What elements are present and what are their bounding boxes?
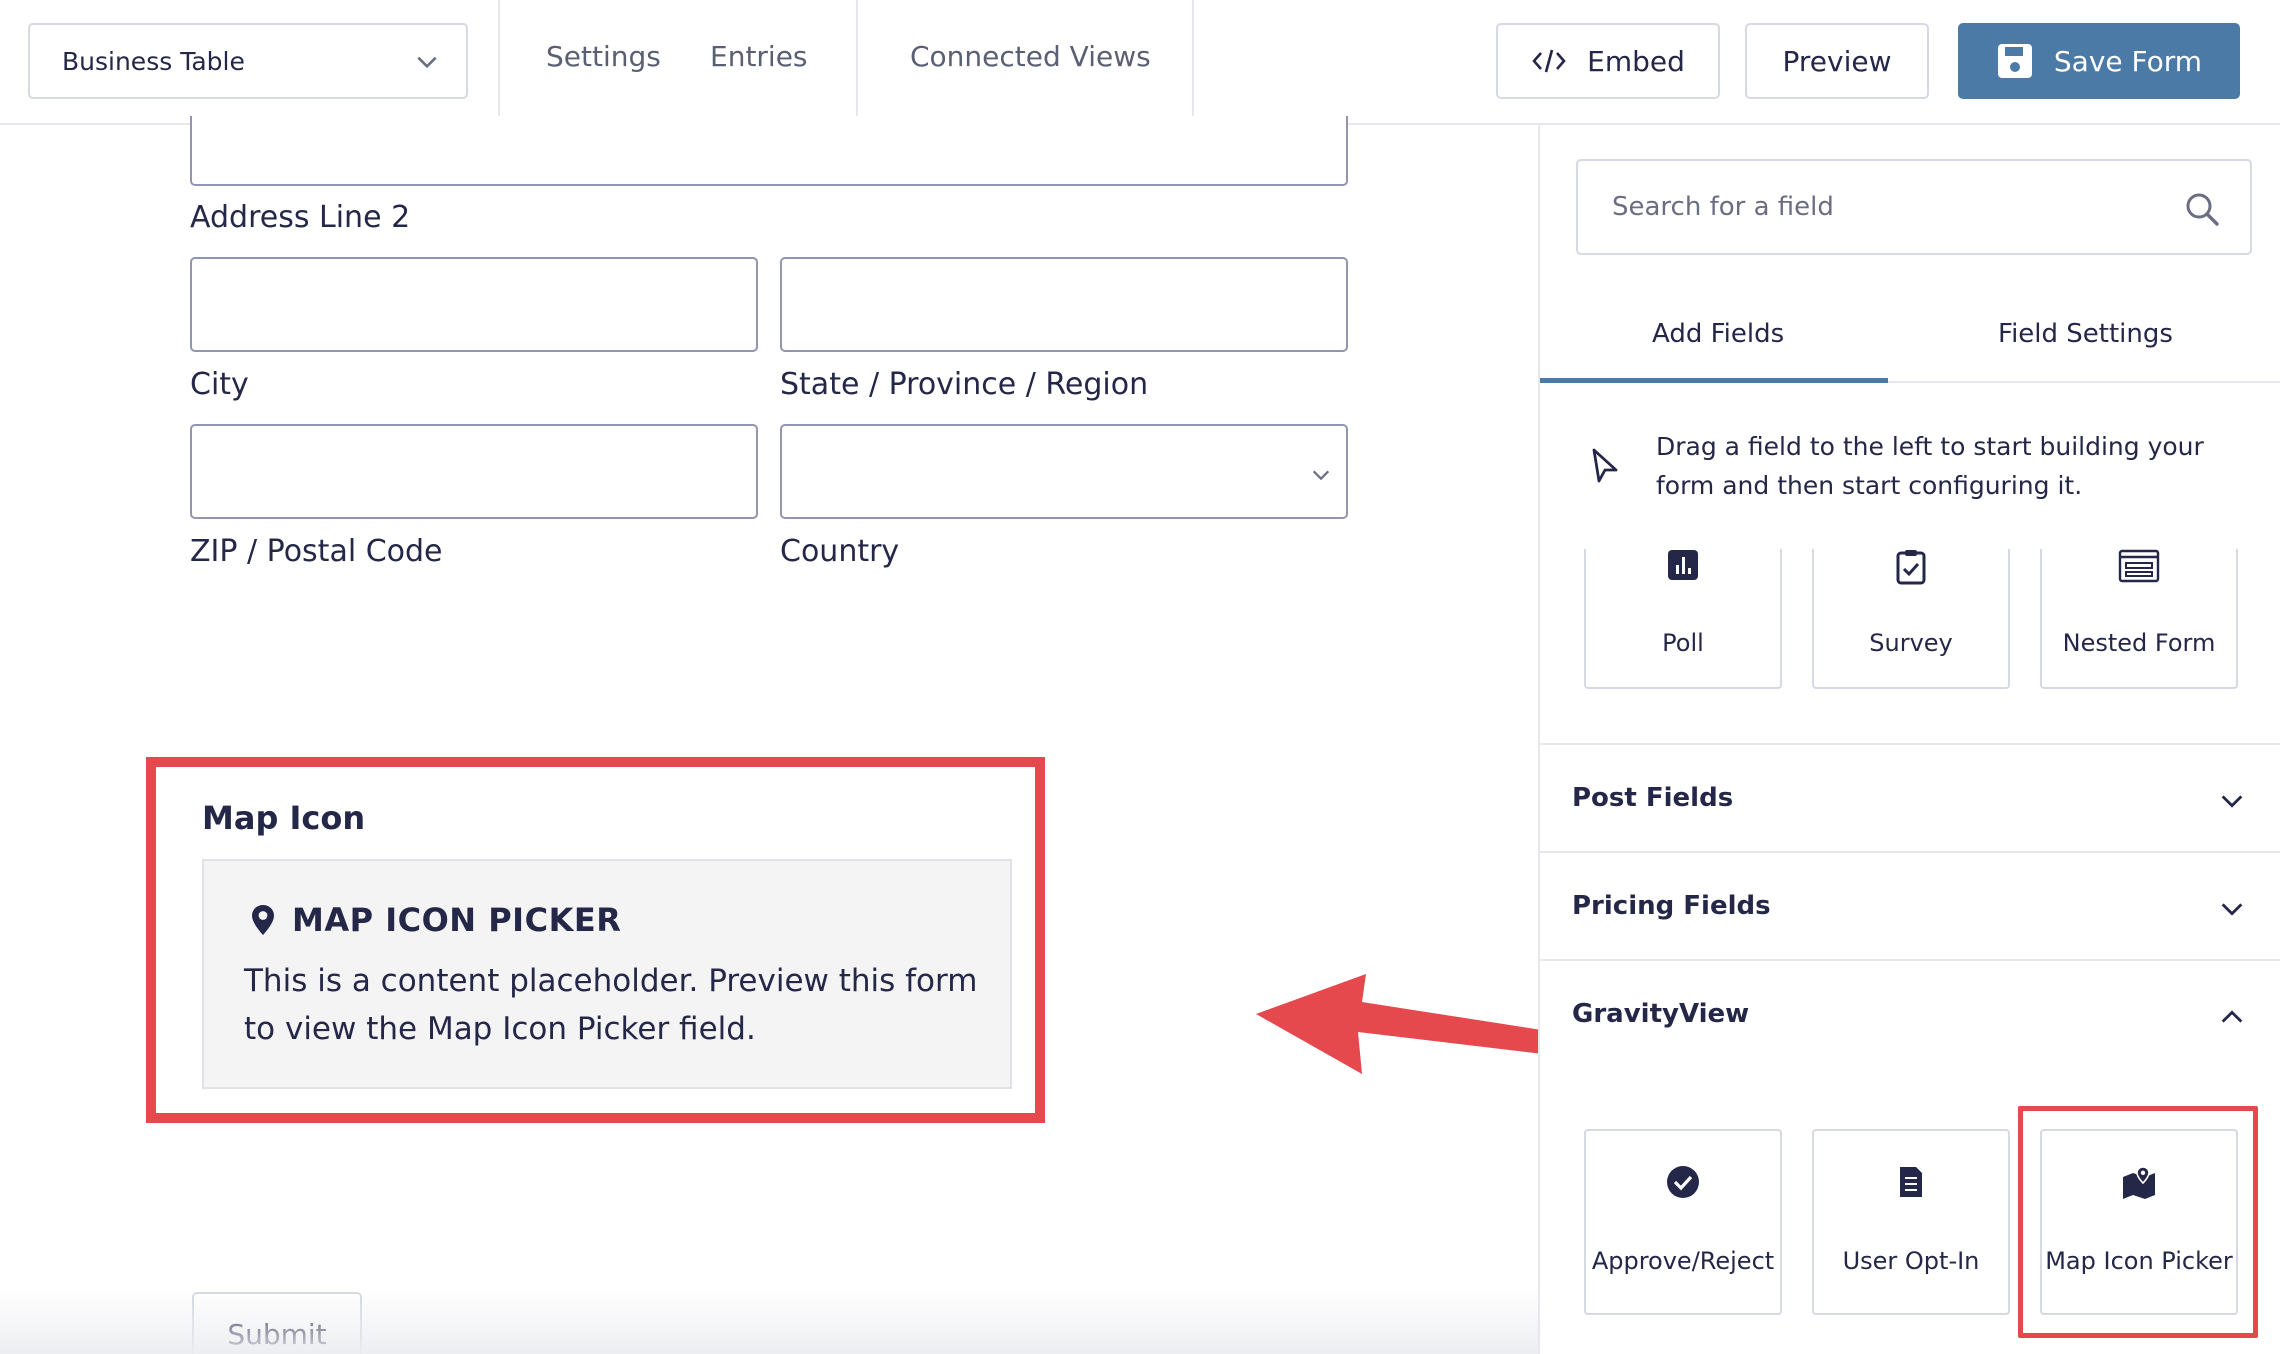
chevron-down-icon <box>2221 903 2243 916</box>
city-label: City <box>190 367 249 402</box>
form-selector-dropdown[interactable]: Business Table <box>28 23 468 99</box>
placeholder-heading-text: MAP ICON PICKER <box>292 901 622 939</box>
nav-connected-views-link[interactable]: Connected Views <box>910 40 1151 73</box>
form-selector-value: Business Table <box>62 46 245 76</box>
tile-label: Nested Form <box>2062 629 2216 657</box>
preview-button[interactable]: Preview <box>1745 23 1929 99</box>
tab-add-fields[interactable]: Add Fields <box>1652 319 1784 349</box>
map-pin-icon <box>2123 1166 2155 1199</box>
check-circle-icon <box>1667 1166 1699 1198</box>
country-select[interactable] <box>780 424 1348 519</box>
cursor-arrow-icon <box>1592 448 1618 483</box>
placeholder-text: This is a content placeholder. Preview t… <box>244 963 978 1047</box>
nested-form-icon <box>2118 549 2160 583</box>
tab-field-settings[interactable]: Field Settings <box>1998 319 2173 349</box>
group-label: GravityView <box>1572 999 1750 1029</box>
group-pricing-fields[interactable]: Pricing Fields <box>1540 851 2280 959</box>
embed-label: Embed <box>1587 44 1685 78</box>
toolbar-divider <box>856 0 858 125</box>
search-icon <box>2186 193 2219 226</box>
sidebar-tabs: Add Fields Field Settings <box>1540 295 2280 383</box>
field-tile-map-icon-picker[interactable]: Map Icon Picker <box>2040 1129 2238 1315</box>
zip-label: ZIP / Postal Code <box>190 534 443 569</box>
field-sidebar: Add Fields Field Settings Drag a field t… <box>1538 125 2280 1354</box>
field-tile-nested-form[interactable]: Nested Form <box>2040 549 2238 689</box>
chevron-down-icon <box>417 56 437 69</box>
chevron-up-icon <box>2221 1010 2243 1023</box>
toolbar-divider <box>498 0 500 125</box>
map-icon-placeholder: MAP ICON PICKER This is a content placeh… <box>202 859 1012 1089</box>
state-label: State / Province / Region <box>780 367 1149 402</box>
address-line2-label: Address Line 2 <box>190 200 411 235</box>
address-line1-input[interactable] <box>190 116 1348 186</box>
zip-input[interactable] <box>190 424 758 519</box>
group-label: Pricing Fields <box>1572 891 1771 921</box>
submit-label: Submit <box>227 1318 327 1351</box>
document-icon <box>1900 1167 1922 1197</box>
map-pin-icon <box>252 905 274 935</box>
chevron-down-icon <box>1312 470 1330 481</box>
group-gravityview[interactable]: GravityView <box>1540 959 2280 1067</box>
preview-label: Preview <box>1782 44 1892 78</box>
code-icon <box>1532 49 1566 73</box>
embed-button[interactable]: Embed <box>1496 23 1720 99</box>
field-tile-poll[interactable]: Poll <box>1584 549 1782 689</box>
state-input[interactable] <box>780 257 1348 352</box>
save-form-label: Save Form <box>2053 44 2203 78</box>
tile-label: Poll <box>1662 629 1704 657</box>
field-tile-survey[interactable]: Survey <box>1812 549 2010 689</box>
group-label: Post Fields <box>1572 783 1734 813</box>
field-tile-user-opt-in[interactable]: User Opt-In <box>1812 1129 2010 1315</box>
map-icon-field[interactable]: Map Icon MAP ICON PICKER This is a conte… <box>146 757 1045 1123</box>
placeholder-heading: MAP ICON PICKER <box>250 901 621 939</box>
survey-icon <box>1896 550 1926 585</box>
chevron-down-icon <box>2221 795 2243 808</box>
map-icon-field-title: Map Icon <box>202 799 366 837</box>
submit-button[interactable]: Submit <box>192 1292 362 1354</box>
nav-settings-link[interactable]: Settings <box>546 40 661 73</box>
tile-label: Survey <box>1869 629 1953 657</box>
save-disk-icon <box>1997 44 2032 78</box>
field-search-box[interactable] <box>1576 159 2252 255</box>
save-form-button[interactable]: Save Form <box>1958 23 2240 99</box>
drag-hint-text: Drag a field to the left to start buildi… <box>1656 432 2204 500</box>
field-tile-approve-reject[interactable]: Approve/Reject <box>1584 1129 1782 1315</box>
active-tab-indicator <box>1540 378 1888 383</box>
tile-label: Map Icon Picker <box>2045 1247 2233 1275</box>
nav-entries-link[interactable]: Entries <box>710 40 808 73</box>
poll-icon <box>1668 550 1698 580</box>
group-post-fields[interactable]: Post Fields <box>1540 743 2280 851</box>
top-toolbar: Business Table Settings Entries Connecte… <box>0 0 2280 125</box>
tile-label: User Opt-In <box>1842 1247 1980 1275</box>
toolbar-divider <box>1192 0 1194 125</box>
country-label: Country <box>780 534 900 569</box>
city-input[interactable] <box>190 257 758 352</box>
tile-label: Approve/Reject <box>1591 1247 1775 1275</box>
field-search-input[interactable] <box>1612 192 2172 222</box>
